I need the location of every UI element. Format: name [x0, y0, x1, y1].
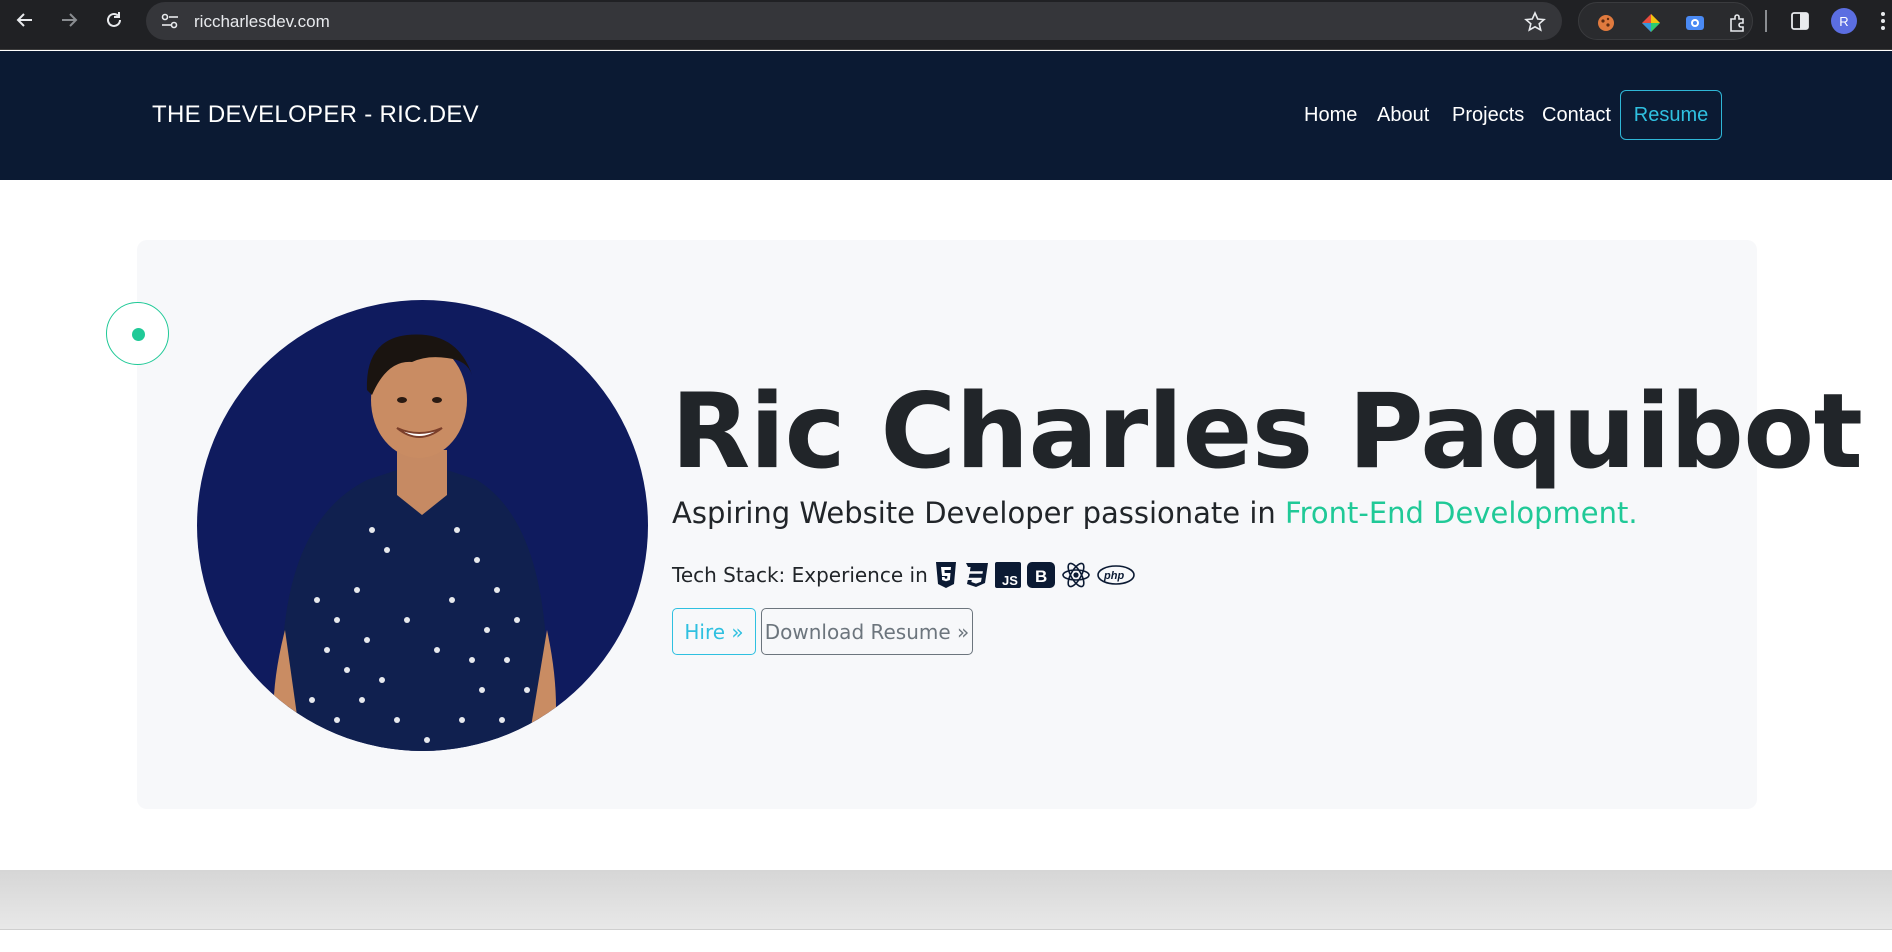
extensions-puzzle-icon[interactable]	[1727, 12, 1749, 34]
hero-actions: Hire » Download Resume »	[672, 608, 973, 655]
site-navbar: THE DEVELOPER - RIC.DEV Home About Proje…	[0, 51, 1892, 180]
profile-photo	[197, 300, 648, 751]
bookmark-star-icon[interactable]	[1524, 11, 1546, 38]
cookie-extension-icon[interactable]	[1595, 12, 1617, 34]
css3-icon	[962, 560, 990, 590]
svg-text:php: php	[1103, 570, 1124, 582]
url-text[interactable]: riccharlesdev.com	[194, 12, 330, 32]
hero-tagline: Aspiring Website Developer passionate in…	[672, 496, 1638, 530]
screen-capture-extension-icon[interactable]	[1684, 12, 1706, 34]
nav-link-projects[interactable]: Projects	[1452, 104, 1524, 127]
nav-link-home[interactable]: Home	[1304, 104, 1357, 127]
scroll-indicator-dot	[132, 328, 145, 341]
brand-link[interactable]: THE DEVELOPER - RIC.DEV	[152, 101, 479, 129]
nav-link-about[interactable]: About	[1377, 104, 1429, 127]
tagline-text: Aspiring Website Developer passionate in	[672, 496, 1286, 530]
color-extension-icon[interactable]	[1640, 12, 1662, 34]
profile-avatar[interactable]: R	[1831, 8, 1857, 34]
scroll-indicator-icon	[106, 302, 169, 365]
back-icon[interactable]	[11, 6, 39, 34]
javascript-icon: JS	[994, 560, 1022, 590]
nav-link-contact[interactable]: Contact	[1542, 104, 1611, 127]
hire-button[interactable]: Hire »	[672, 608, 756, 655]
address-bar[interactable]: riccharlesdev.com	[146, 2, 1562, 40]
next-section-strip	[0, 870, 1892, 930]
side-panel-icon[interactable]	[1789, 10, 1811, 37]
html5-icon	[934, 560, 958, 590]
extensions-group	[1578, 2, 1753, 40]
toolbar-divider	[1765, 10, 1767, 32]
download-resume-button[interactable]: Download Resume »	[761, 608, 973, 655]
svg-text:B: B	[1035, 567, 1047, 586]
php-icon: php	[1096, 560, 1136, 590]
browser-toolbar: riccharlesdev.com R	[0, 0, 1892, 50]
tech-stack-label: Tech Stack: Experience in	[672, 563, 928, 587]
more-menu-icon[interactable]	[1879, 10, 1887, 37]
hero-name-heading: Ric Charles Paquibot	[671, 372, 1863, 492]
svg-text:JS: JS	[1002, 573, 1018, 588]
forward-icon[interactable]	[55, 6, 83, 34]
bootstrap-icon: B	[1026, 560, 1056, 590]
tech-stack-row: Tech Stack: Experience in JS B php	[672, 558, 1140, 592]
site-info-icon[interactable]	[160, 12, 180, 35]
tagline-accent: Front-End Development.	[1285, 496, 1638, 530]
resume-button[interactable]: Resume	[1620, 90, 1722, 140]
react-icon	[1060, 560, 1092, 590]
reload-icon[interactable]	[100, 6, 128, 34]
